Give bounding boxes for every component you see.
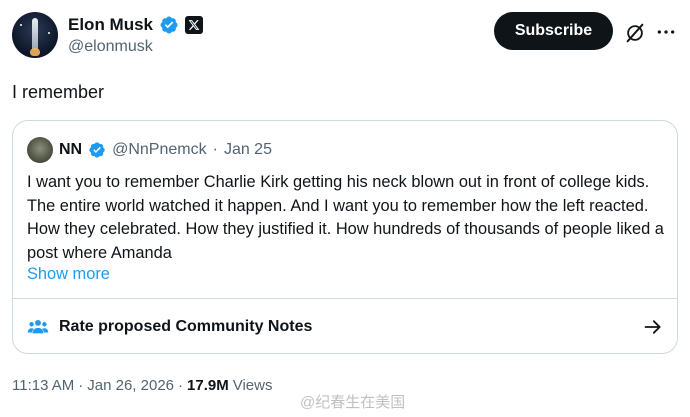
author-name-row: Elon Musk	[68, 14, 204, 36]
verified-badge-icon[interactable]	[159, 15, 179, 35]
quote-date[interactable]: Jan 25	[224, 141, 272, 159]
quote-header: NN @NnPnemck · Jan 25	[27, 137, 272, 163]
subscribe-button[interactable]: Subscribe	[494, 12, 613, 50]
avatar-star	[20, 24, 22, 26]
verified-badge-icon[interactable]	[88, 141, 106, 159]
avatar-flame	[30, 48, 40, 56]
community-notes-row[interactable]: Rate proposed Community Notes	[27, 314, 663, 340]
community-notes-label[interactable]: Rate proposed Community Notes	[59, 318, 312, 336]
views-label[interactable]: Views	[233, 377, 273, 394]
quote-text: I want you to remember Charlie Kirk gett…	[27, 173, 664, 262]
footer-separator: ·	[78, 377, 84, 394]
author-display-name[interactable]: Elon Musk	[68, 15, 153, 35]
tweet-footer: 11:13 AM · Jan 26, 2026 · 17.9M Views	[12, 377, 272, 394]
author-handle[interactable]: @elonmusk	[68, 38, 203, 56]
tweet-time[interactable]: 11:13 AM	[12, 377, 74, 394]
footer-separator: ·	[178, 377, 184, 394]
show-more-link[interactable]: Show more	[27, 265, 110, 284]
watermark-text: @纪春生在美国	[300, 394, 406, 411]
author-info: Elon Musk @elonmusk	[68, 14, 204, 56]
views-count: 17.9M	[187, 377, 229, 394]
quote-author-avatar[interactable]	[27, 137, 53, 163]
people-icon	[27, 319, 49, 334]
tweet-text: I remember	[12, 82, 105, 102]
quote-separator: ·	[212, 141, 218, 158]
author-avatar[interactable]	[12, 12, 58, 58]
quote-divider	[13, 298, 677, 299]
quote-author-name[interactable]: NN	[59, 141, 82, 159]
tweet-header: Elon Musk @elonmusk Subscribe	[12, 12, 678, 62]
tweet-date[interactable]: Jan 26, 2026	[87, 377, 174, 394]
grok-icon[interactable]	[624, 22, 646, 44]
avatar-rocket	[32, 18, 38, 50]
arrow-right-icon[interactable]	[643, 317, 663, 337]
quote-author-handle[interactable]: @NnPnemck	[112, 141, 207, 159]
x-logo-icon	[185, 16, 204, 34]
avatar-star	[48, 32, 50, 34]
more-icon[interactable]	[656, 22, 676, 42]
quoted-tweet[interactable]: NN @NnPnemck · Jan 25 I want you to reme…	[12, 120, 678, 354]
